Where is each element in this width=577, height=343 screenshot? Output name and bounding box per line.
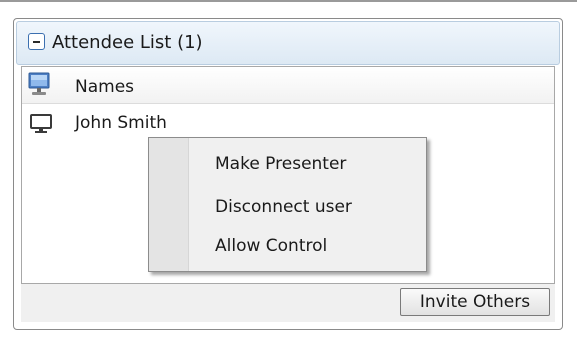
panel-footer: Invite Others — [21, 284, 555, 322]
menu-item-disconnect-user[interactable]: Disconnect user — [193, 189, 422, 225]
invite-others-button[interactable]: Invite Others — [400, 288, 550, 316]
minus-box-icon[interactable] — [28, 33, 45, 50]
window-top-edge — [0, 0, 577, 6]
menu-icon-gutter — [149, 138, 189, 271]
panel-header: Attendee List (1) — [16, 21, 560, 65]
attendee-name: John Smith — [75, 113, 167, 133]
names-column-header[interactable]: Names — [75, 77, 134, 97]
list-header: Names — [22, 67, 554, 104]
monitor-outline-icon — [30, 114, 52, 133]
menu-item-allow-control[interactable]: Allow Control — [193, 228, 422, 264]
panel-title: Attendee List (1) — [52, 32, 203, 53]
menu-item-make-presenter[interactable]: Make Presenter — [193, 146, 422, 182]
list-item[interactable]: John Smith — [22, 107, 554, 139]
context-menu: Make Presenter Disconnect user Allow Con… — [148, 137, 427, 272]
monitor-icon[interactable] — [26, 71, 52, 99]
